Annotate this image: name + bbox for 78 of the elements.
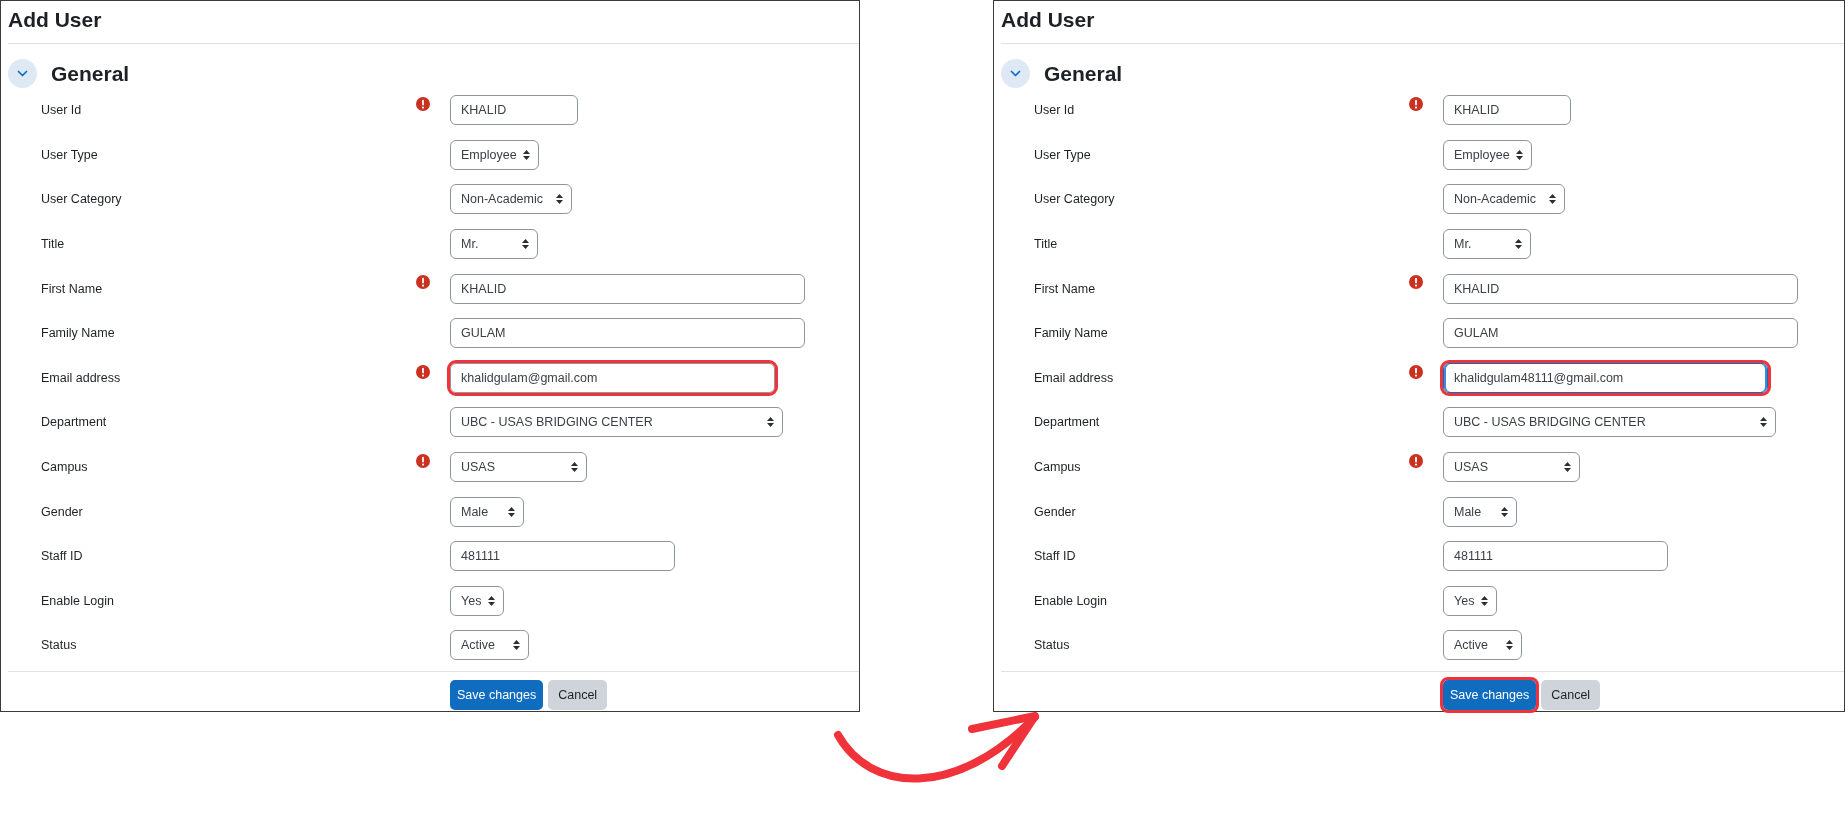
up-down-caret-icon bbox=[1501, 506, 1508, 517]
field-label: Enable Login bbox=[41, 593, 114, 608]
page-title: Add User bbox=[8, 7, 102, 33]
field-label: Title bbox=[41, 237, 65, 252]
field-label: First Name bbox=[1034, 281, 1096, 296]
field-label: Status bbox=[1034, 638, 1070, 653]
text-input[interactable]: GULAM bbox=[1443, 318, 1798, 349]
up-down-caret-icon bbox=[767, 417, 774, 428]
field-label: User Type bbox=[1034, 147, 1091, 162]
chevron-icon[interactable] bbox=[8, 59, 37, 88]
select-dropdown[interactable]: Yes bbox=[450, 585, 504, 616]
page-title: Add User bbox=[1001, 7, 1095, 33]
select-dropdown[interactable]: Non-Academic bbox=[1443, 184, 1565, 215]
select-dropdown[interactable]: Employee bbox=[1443, 139, 1532, 170]
field-label: User Category bbox=[41, 192, 122, 207]
field-label: Department bbox=[41, 415, 107, 430]
text-input[interactable]: khalidgulam@gmail.com bbox=[450, 362, 775, 393]
up-down-caret-icon bbox=[571, 462, 578, 473]
up-down-caret-icon bbox=[1515, 239, 1522, 250]
text-input[interactable]: 481111 bbox=[1443, 541, 1668, 572]
field-label: Campus bbox=[1034, 460, 1081, 475]
field-label: Gender bbox=[41, 504, 83, 519]
field-label: User Type bbox=[41, 147, 98, 162]
up-down-caret-icon bbox=[1564, 462, 1571, 473]
field-label: First Name bbox=[41, 281, 103, 296]
up-down-caret-icon bbox=[513, 640, 520, 651]
field-label: User Category bbox=[1034, 192, 1115, 207]
field-label: User Id bbox=[1034, 103, 1075, 118]
up-down-caret-icon bbox=[508, 506, 515, 517]
field-label: Department bbox=[1034, 415, 1100, 430]
select-dropdown[interactable]: Male bbox=[1443, 496, 1517, 527]
cancel-button[interactable]: Cancel bbox=[1541, 679, 1601, 710]
field-label: Email address bbox=[1034, 370, 1114, 385]
select-dropdown[interactable]: UBC - USAS BRIDGING CENTER bbox=[1443, 407, 1776, 438]
field-label: Staff ID bbox=[1034, 549, 1076, 564]
text-input[interactable]: KHALID bbox=[450, 273, 805, 304]
select-dropdown[interactable]: Employee bbox=[450, 139, 539, 170]
up-down-caret-icon bbox=[1516, 149, 1523, 160]
save-button[interactable]: Save changes bbox=[1443, 679, 1537, 710]
chevron-icon[interactable] bbox=[1001, 59, 1030, 88]
cancel-button[interactable]: Cancel bbox=[548, 679, 608, 710]
field-label: Campus bbox=[41, 460, 88, 475]
select-dropdown[interactable]: USAS bbox=[450, 452, 587, 483]
field-label: Enable Login bbox=[1034, 593, 1107, 608]
text-input[interactable]: 481111 bbox=[450, 541, 675, 572]
text-input[interactable]: KHALID bbox=[450, 95, 578, 126]
section-heading: General bbox=[51, 60, 130, 87]
text-input[interactable]: GULAM bbox=[450, 318, 805, 349]
up-down-caret-icon bbox=[488, 595, 495, 606]
select-dropdown[interactable]: UBC - USAS BRIDGING CENTER bbox=[450, 407, 783, 438]
up-down-caret-icon bbox=[523, 149, 530, 160]
field-label: Status bbox=[41, 638, 77, 653]
field-label: Gender bbox=[1034, 504, 1076, 519]
field-label: Family Name bbox=[41, 326, 115, 341]
select-dropdown[interactable]: Active bbox=[450, 630, 529, 661]
up-down-caret-icon bbox=[556, 194, 563, 205]
up-down-caret-icon bbox=[1506, 640, 1513, 651]
up-down-caret-icon bbox=[522, 239, 529, 250]
text-input[interactable]: KHALID bbox=[1443, 95, 1571, 126]
up-down-caret-icon bbox=[1760, 417, 1767, 428]
select-dropdown[interactable]: Non-Academic bbox=[450, 184, 572, 215]
field-label: Staff ID bbox=[41, 549, 83, 564]
text-input[interactable]: KHALID bbox=[1443, 273, 1798, 304]
section-heading: General bbox=[1044, 60, 1123, 87]
text-input[interactable]: khalidgulam48111@gmail.com bbox=[1443, 362, 1768, 393]
save-button[interactable]: Save changes bbox=[450, 679, 544, 710]
select-dropdown[interactable]: USAS bbox=[1443, 452, 1580, 483]
select-dropdown[interactable]: Male bbox=[450, 496, 524, 527]
field-label: Family Name bbox=[1034, 326, 1108, 341]
up-down-caret-icon bbox=[1481, 595, 1488, 606]
field-label: Email address bbox=[41, 370, 121, 385]
select-dropdown[interactable]: Active bbox=[1443, 630, 1522, 661]
select-dropdown[interactable]: Mr. bbox=[450, 229, 538, 260]
field-label: User Id bbox=[41, 103, 82, 118]
select-dropdown[interactable]: Mr. bbox=[1443, 229, 1531, 260]
field-label: Title bbox=[1034, 237, 1058, 252]
select-dropdown[interactable]: Yes bbox=[1443, 585, 1497, 616]
up-down-caret-icon bbox=[1549, 194, 1556, 205]
